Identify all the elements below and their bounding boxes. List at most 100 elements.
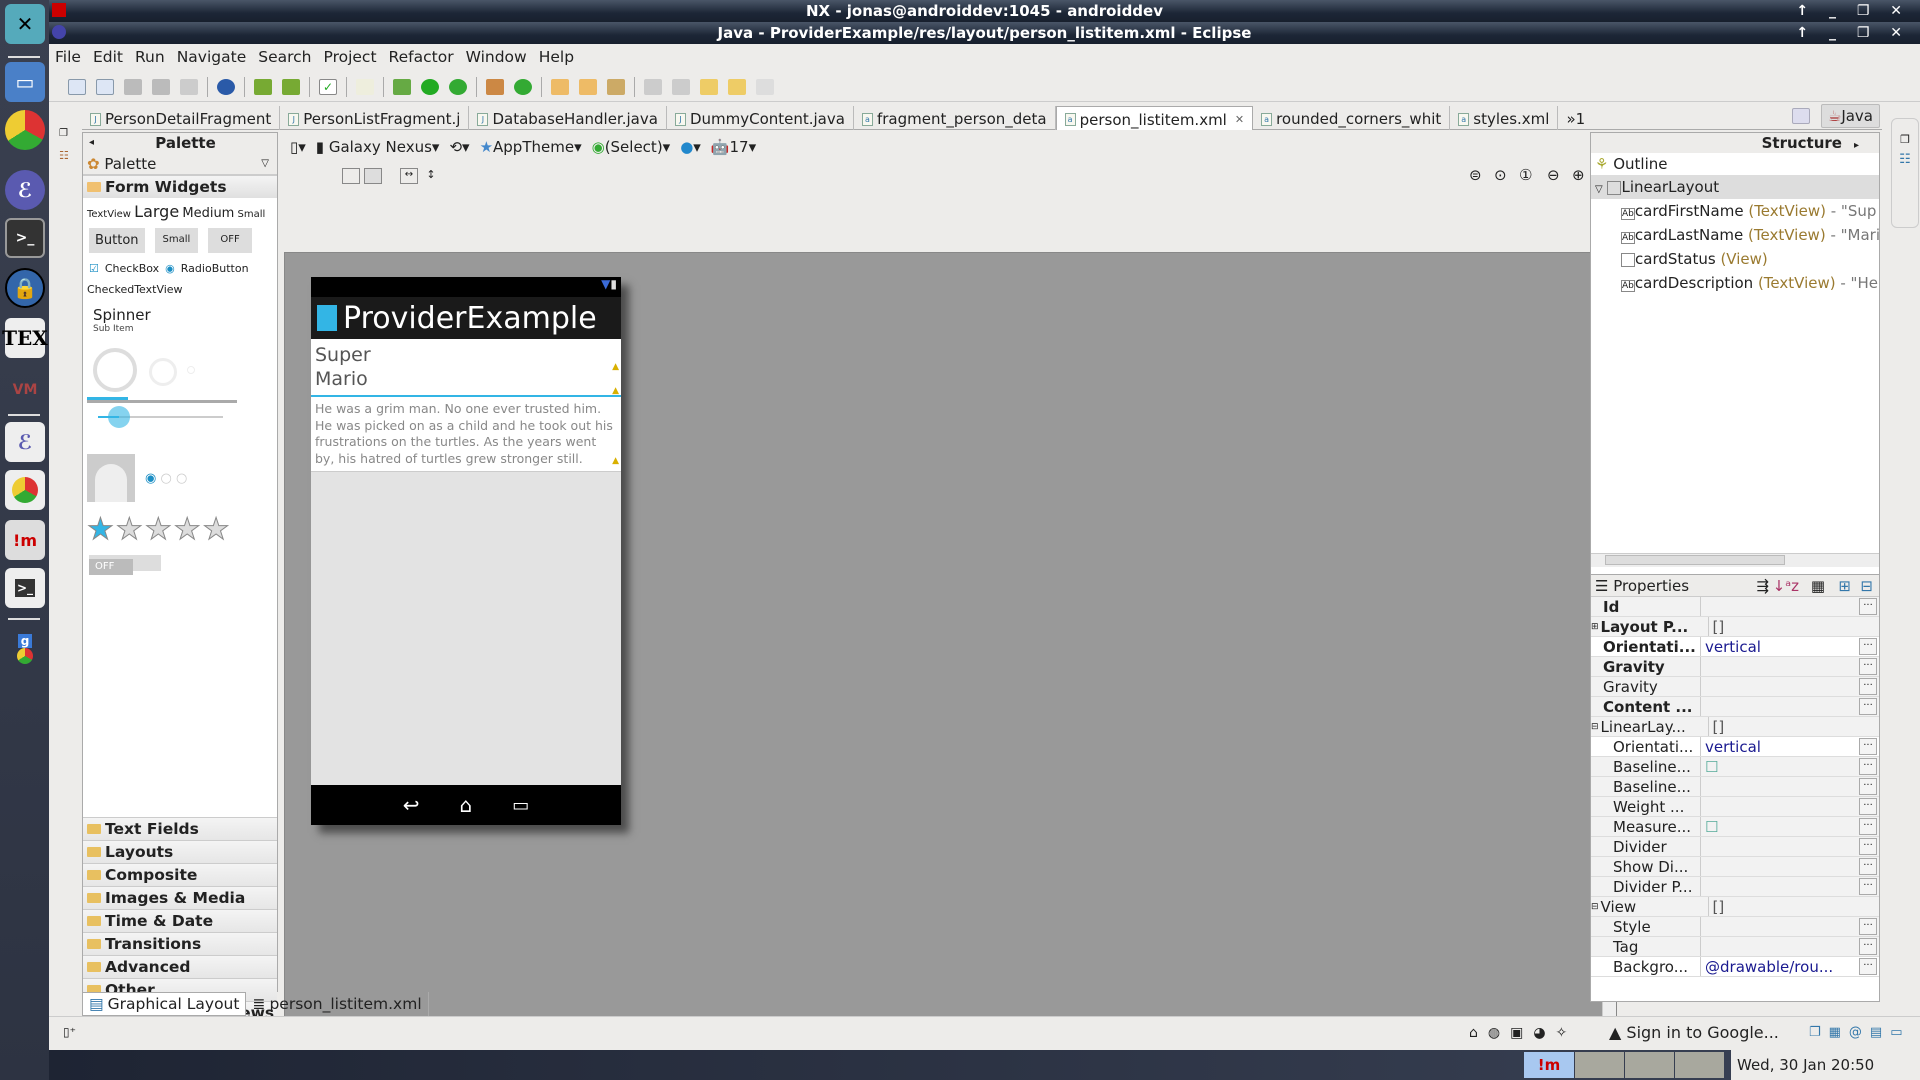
google-talk-chrome-icon[interactable]: g: [5, 624, 45, 674]
debug-icon[interactable]: [393, 78, 411, 95]
edit-value-button[interactable]: ···: [1859, 638, 1877, 655]
property-value[interactable]: [1701, 697, 1857, 716]
category-images-media[interactable]: Images & Media: [83, 886, 277, 909]
device-selector[interactable]: ▮ Galaxy Nexus▾: [316, 138, 440, 156]
tab-styles[interactable]: a styles.xml: [1450, 106, 1559, 130]
forward-icon[interactable]: [756, 78, 774, 95]
edit-value-button[interactable]: ···: [1859, 958, 1877, 975]
property-value[interactable]: vertical: [1701, 637, 1857, 656]
edit-value-button[interactable]: ···: [1859, 838, 1877, 855]
menu-project[interactable]: Project: [324, 48, 377, 66]
widget-spinner[interactable]: Spinner Sub Item: [83, 298, 277, 334]
property-row[interactable]: Baseline... ···: [1591, 777, 1879, 797]
close-tab-icon[interactable]: ✕: [1235, 113, 1244, 126]
tab-person-detail-fragment[interactable]: J PersonDetailFragment: [82, 106, 281, 130]
left-minimized-trim[interactable]: ❐ ☷: [59, 128, 75, 198]
property-row[interactable]: Orientati... vertical ···: [1591, 637, 1879, 657]
tree-item-card-last-name[interactable]: AbcardLastName (TextView) - "Mari: [1591, 223, 1879, 247]
menu-help[interactable]: Help: [539, 48, 574, 66]
tab-person-listitem[interactable]: a person_listitem.xml ✕: [1055, 106, 1254, 130]
emacs-icon[interactable]: ℰ: [5, 170, 45, 210]
zoom-100-icon[interactable]: ①: [1519, 166, 1532, 184]
card-first-name[interactable]: Super: [315, 343, 617, 367]
category-time-date[interactable]: Time & Date: [83, 909, 277, 932]
expand-all-icon[interactable]: ⊞: [1838, 575, 1851, 597]
property-row[interactable]: Weight ... ···: [1591, 797, 1879, 817]
property-value[interactable]: []: [1709, 617, 1879, 636]
last-edit-location-icon[interactable]: [700, 78, 718, 95]
widget-large-text[interactable]: Large: [134, 202, 179, 221]
property-row[interactable]: Tag ···: [1591, 937, 1879, 957]
widget-ratingbar[interactable]: ★★★★★: [83, 502, 277, 548]
new-java-package-icon[interactable]: [486, 78, 504, 95]
filter-icon[interactable]: ▦: [1811, 575, 1825, 597]
tab-overflow[interactable]: »1: [1558, 106, 1593, 130]
menu-refactor[interactable]: Refactor: [389, 48, 454, 66]
save-icon[interactable]: [124, 78, 142, 95]
menu-run[interactable]: Run: [135, 48, 165, 66]
menu-window[interactable]: Window: [466, 48, 527, 66]
toggle-vertical-icon[interactable]: [342, 168, 360, 184]
clock[interactable]: Wed, 30 Jan 20:50: [1731, 1050, 1920, 1080]
widget-button[interactable]: Button: [89, 228, 145, 253]
category-transitions[interactable]: Transitions: [83, 932, 277, 955]
imagemagick-icon[interactable]: !m: [5, 520, 45, 560]
theme-selector[interactable]: ★AppTheme▾: [480, 138, 582, 156]
trim-stack-icons[interactable]: ❐▦@▤▭: [1809, 1025, 1911, 1040]
collapse-icon[interactable]: ⊟: [1591, 897, 1599, 916]
tree-item-card-status[interactable]: cardStatus (View): [1591, 247, 1879, 271]
external-tools-icon[interactable]: [449, 78, 467, 95]
vmware-icon[interactable]: VM: [5, 370, 45, 410]
property-row[interactable]: Gravity ···: [1591, 657, 1879, 677]
tab-graphical-layout[interactable]: ▤ Graphical Layout: [82, 992, 247, 1016]
status-tool-icons[interactable]: ⌂◍▣◕✧: [1469, 1025, 1577, 1041]
property-value[interactable]: [1701, 777, 1857, 796]
google-plugin-icon[interactable]: [217, 78, 235, 95]
api-level-selector[interactable]: 🤖17▾: [711, 138, 756, 156]
card-description[interactable]: He was a grim man. No one ever trusted h…: [311, 397, 621, 472]
edit-value-button[interactable]: ···: [1859, 818, 1877, 835]
category-layouts[interactable]: Layouts: [83, 840, 277, 863]
property-row[interactable]: Measure... ☐ ···: [1591, 817, 1879, 837]
property-row[interactable]: ⊟ LinearLay...[]: [1591, 717, 1879, 737]
property-value[interactable]: [1701, 937, 1857, 956]
property-value[interactable]: [1701, 797, 1857, 816]
widget-radiobutton[interactable]: RadioButton: [181, 262, 249, 275]
widget-progress-medium[interactable]: [149, 358, 177, 386]
property-row[interactable]: Baseline... ☐ ···: [1591, 757, 1879, 777]
back-icon[interactable]: [728, 78, 746, 95]
category-text-fields[interactable]: Text Fields: [83, 817, 277, 840]
property-value[interactable]: []: [1709, 717, 1879, 736]
edit-value-button[interactable]: ···: [1859, 598, 1877, 615]
tab-dummy-content[interactable]: J DummyContent.java: [667, 106, 854, 130]
widget-small-text[interactable]: Small: [238, 209, 266, 220]
menu-search[interactable]: Search: [258, 48, 311, 66]
widget-progress-large[interactable]: [93, 348, 137, 392]
eclipse-window-controls[interactable]: ↑ _ ❐ ✕: [1796, 22, 1910, 44]
minimized-views-trim[interactable]: ❐ ☷: [1891, 118, 1919, 228]
tab-database-handler[interactable]: J DatabaseHandler.java: [469, 106, 667, 130]
outline-view-icon[interactable]: ☷: [1892, 152, 1918, 167]
property-row[interactable]: ⊟ View[]: [1591, 897, 1879, 917]
tab-xml-source[interactable]: ≣ person_listitem.xml: [246, 992, 429, 1016]
property-value[interactable]: ☐: [1701, 757, 1857, 776]
restore-icon[interactable]: ❐: [59, 128, 75, 139]
property-row[interactable]: Style ···: [1591, 917, 1879, 937]
property-value[interactable]: []: [1709, 897, 1879, 916]
android-sdk-manager-icon[interactable]: [254, 78, 272, 95]
package-explorer-icon[interactable]: ☷: [59, 149, 75, 162]
checkbox-checked-icon[interactable]: ☑: [89, 262, 99, 275]
tab-rounded-corners-white[interactable]: a rounded_corners_whit: [1253, 106, 1451, 130]
collapse-all-icon[interactable]: ⊟: [1860, 575, 1873, 597]
property-value[interactable]: [1701, 877, 1857, 896]
chrome-icon[interactable]: [5, 110, 45, 150]
texmaker-icon[interactable]: TEX: [2, 318, 48, 358]
zoom-fit-icon[interactable]: ⊙: [1494, 166, 1507, 184]
property-value[interactable]: [1701, 657, 1857, 676]
terminal-icon[interactable]: >_: [5, 218, 45, 258]
search-icon[interactable]: [607, 78, 625, 95]
widget-switch[interactable]: OFF: [83, 547, 277, 581]
widget-checkedtextview[interactable]: CheckedTextView: [83, 281, 277, 298]
property-row[interactable]: Divider P... ···: [1591, 877, 1879, 897]
property-value[interactable]: [1701, 857, 1857, 876]
